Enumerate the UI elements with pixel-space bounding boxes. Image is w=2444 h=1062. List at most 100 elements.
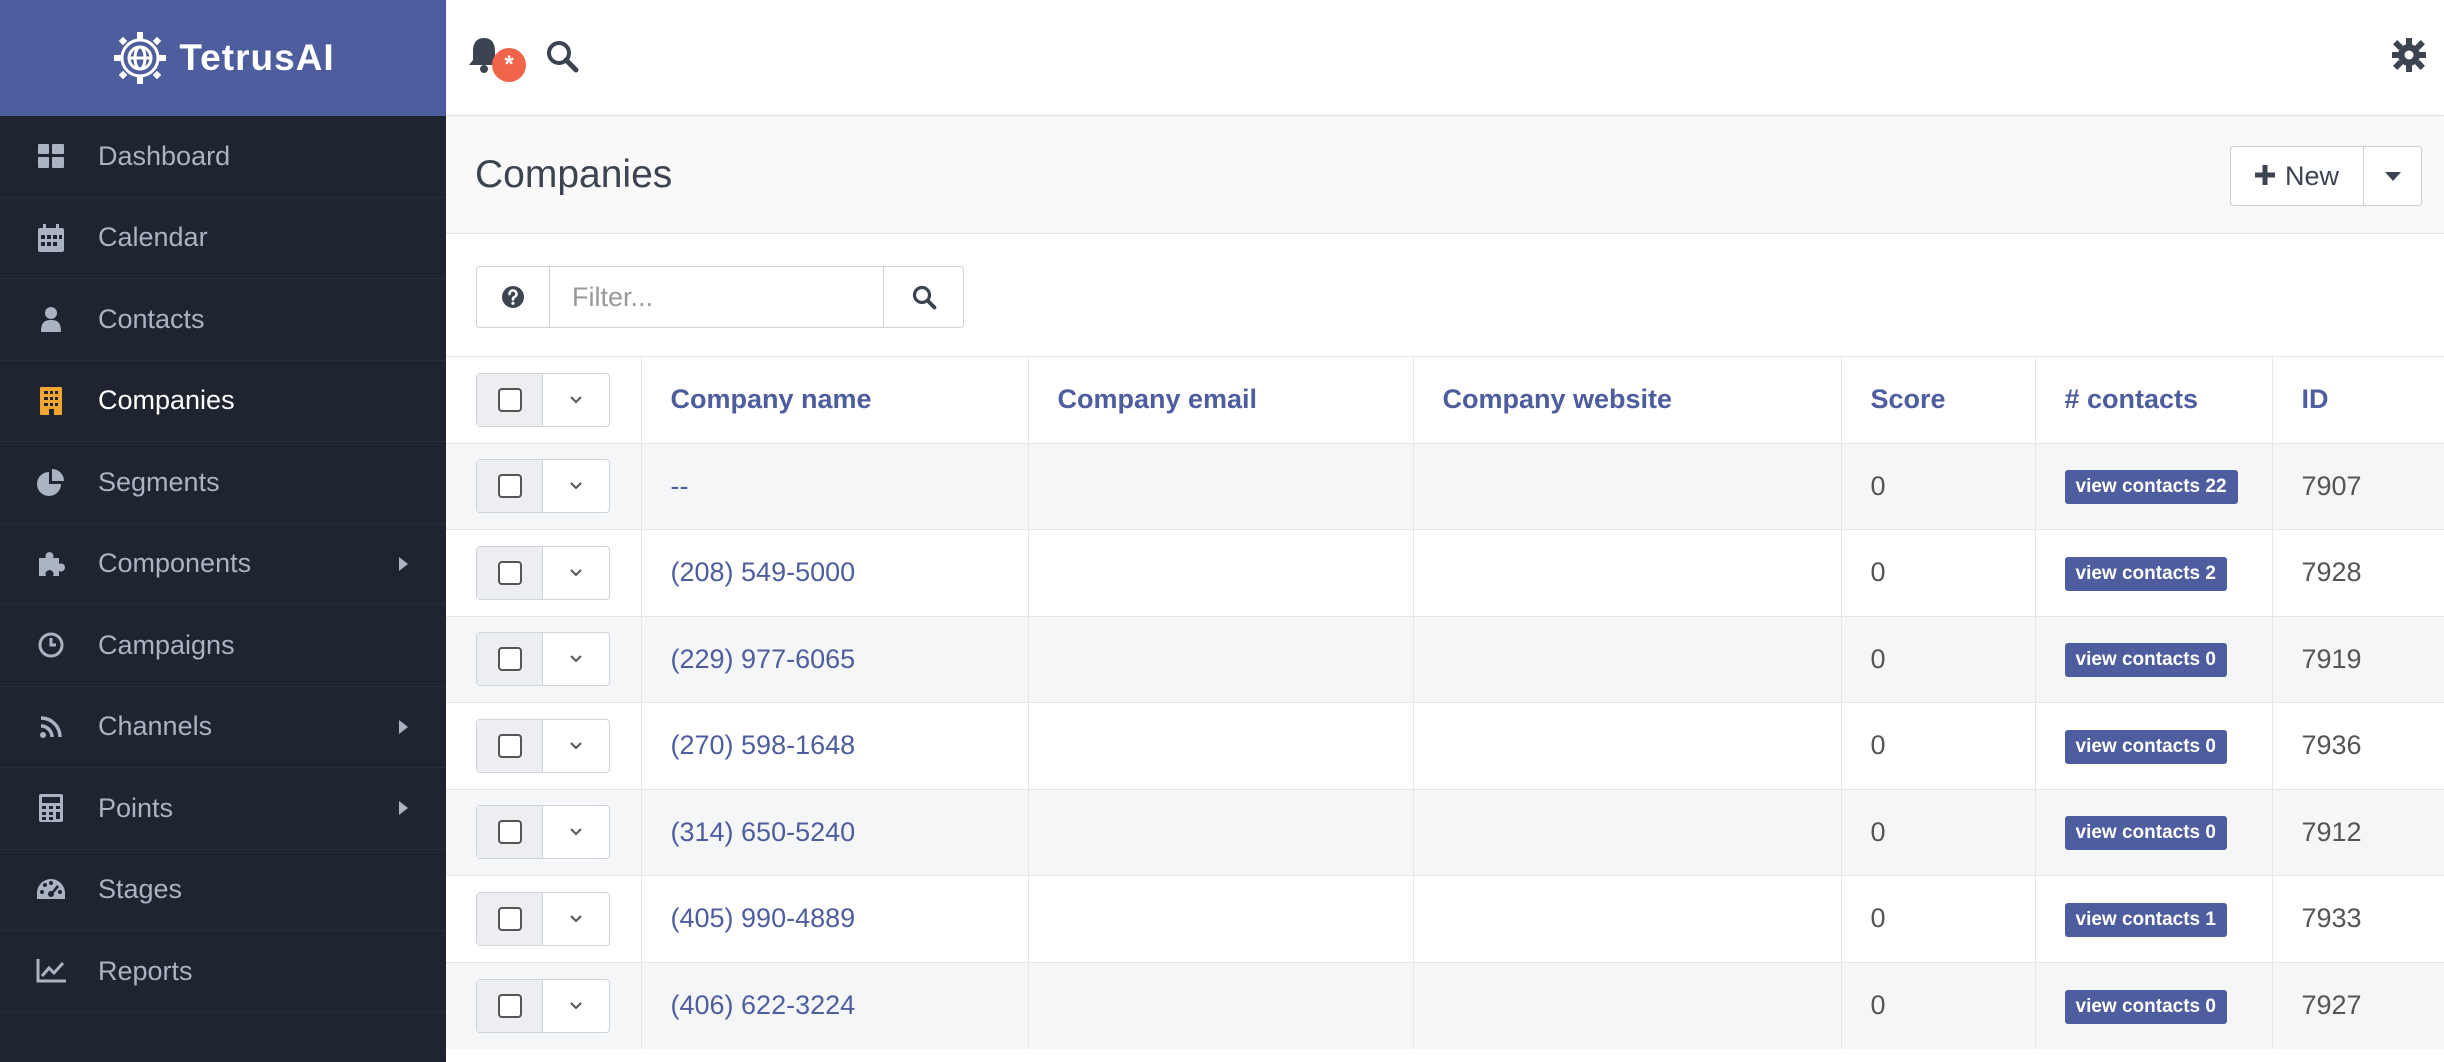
- table-row: (208) 549-5000 0 view contacts 2 7928: [446, 529, 2444, 616]
- company-id: 7936: [2272, 702, 2444, 789]
- score: 0: [1841, 702, 2036, 789]
- company-email: [1028, 702, 1414, 789]
- sidebar-item-companies[interactable]: Companies: [0, 361, 446, 442]
- company-email: [1028, 788, 1414, 876]
- dashboard-icon: [36, 141, 66, 171]
- sidebar-item-contacts[interactable]: Contacts: [0, 279, 446, 361]
- score: 0: [1841, 529, 2036, 616]
- sidebar-item-label: Channels: [98, 711, 213, 742]
- select-all-checkbox[interactable]: [497, 387, 522, 412]
- chevron-down-icon[interactable]: [543, 893, 609, 945]
- chevron-right-icon: [399, 556, 408, 571]
- row-select-group: [476, 891, 610, 946]
- new-button-label: New: [2284, 160, 2339, 191]
- sidebar-item-label: Reports: [98, 955, 193, 986]
- sidebar-item-dashboard[interactable]: Dashboard: [0, 116, 446, 198]
- view-contacts-badge[interactable]: view contacts 22: [2064, 470, 2238, 505]
- chevron-down-icon[interactable]: [543, 374, 609, 426]
- score: 0: [1841, 788, 2036, 876]
- view-contacts-badge[interactable]: view contacts 2: [2064, 556, 2227, 591]
- company-name-link[interactable]: --: [641, 442, 1029, 530]
- sidebar-item-label: Points: [98, 792, 174, 823]
- company-name-link[interactable]: (270) 598-1648: [641, 702, 1029, 789]
- sidebar-item-label: Dashboard: [98, 140, 231, 171]
- score: 0: [1841, 615, 2036, 703]
- filter-input[interactable]: [550, 266, 884, 328]
- score: 0: [1841, 875, 2036, 962]
- sidebar-item-label: Segments: [98, 466, 220, 497]
- sidebar-item-campaigns[interactable]: Campaigns: [0, 605, 446, 687]
- gear-icon[interactable]: [2392, 38, 2428, 74]
- page-header: Companies New: [446, 117, 2444, 234]
- row-checkbox[interactable]: [497, 820, 522, 845]
- sidebar-item-calendar[interactable]: Calendar: [0, 198, 446, 279]
- view-contacts-badge[interactable]: view contacts 1: [2064, 902, 2227, 937]
- sidebar-item-components[interactable]: Components: [0, 524, 446, 605]
- question-circle-icon[interactable]: [476, 266, 550, 328]
- company-name-link[interactable]: (314) 650-5240: [641, 788, 1029, 876]
- column-header-company-name[interactable]: Company name: [641, 356, 1029, 443]
- company-name-link[interactable]: (405) 990-4889: [641, 875, 1029, 962]
- column-header-score[interactable]: Score: [1841, 356, 2036, 443]
- sidebar-item-points[interactable]: Points: [0, 768, 446, 850]
- table-header-row: Company name Company email Company websi…: [446, 356, 2444, 443]
- company-name-link[interactable]: (229) 977-6065: [641, 615, 1029, 703]
- row-select-group: [476, 459, 610, 514]
- new-dropdown-toggle[interactable]: [2364, 146, 2422, 206]
- column-header-company-website[interactable]: Company website: [1413, 356, 1842, 443]
- brand-name: TetrusAI: [179, 37, 335, 78]
- sidebar-item-stages[interactable]: Stages: [0, 850, 446, 931]
- sidebar-item-segments[interactable]: Segments: [0, 442, 446, 524]
- row-checkbox[interactable]: [497, 906, 522, 931]
- row-checkbox[interactable]: [497, 560, 522, 585]
- column-header-id[interactable]: ID: [2272, 356, 2444, 443]
- caret-down-icon: [2384, 171, 2401, 181]
- row-checkbox[interactable]: [497, 647, 522, 672]
- search-icon[interactable]: [544, 38, 580, 74]
- chevron-down-icon[interactable]: [543, 460, 609, 512]
- sidebar-item-reports[interactable]: Reports: [0, 931, 446, 1013]
- sidebar: TetrusAI Dashboard Calendar Contacts Com…: [0, 0, 446, 1062]
- plus-icon: [2254, 161, 2275, 192]
- chevron-down-icon[interactable]: [543, 633, 609, 685]
- chevron-down-icon[interactable]: [543, 720, 609, 772]
- company-email: [1028, 875, 1414, 962]
- filter-search-button[interactable]: [884, 266, 964, 328]
- company-id: 7927: [2272, 961, 2444, 1049]
- column-header-contacts[interactable]: # contacts: [2035, 356, 2273, 443]
- chevron-down-icon[interactable]: [543, 547, 609, 599]
- view-contacts-badge[interactable]: view contacts 0: [2064, 729, 2227, 764]
- pie-chart-icon: [36, 467, 66, 497]
- calculator-icon: [36, 793, 66, 823]
- table-row: (314) 650-5240 0 view contacts 0 7912: [446, 788, 2444, 876]
- company-website: [1413, 529, 1842, 616]
- sidebar-item-channels[interactable]: Channels: [0, 687, 446, 768]
- company-website: [1413, 961, 1842, 1049]
- row-checkbox[interactable]: [497, 993, 522, 1018]
- company-email: [1028, 961, 1414, 1049]
- score: 0: [1841, 961, 2036, 1049]
- chevron-down-icon[interactable]: [543, 806, 609, 858]
- bell-icon[interactable]: *: [466, 28, 526, 82]
- brand[interactable]: TetrusAI: [0, 0, 446, 116]
- view-contacts-badge[interactable]: view contacts 0: [2064, 643, 2227, 678]
- row-checkbox[interactable]: [497, 733, 522, 758]
- chevron-down-icon[interactable]: [543, 980, 609, 1032]
- view-contacts-badge[interactable]: view contacts 0: [2064, 989, 2227, 1024]
- row-checkbox[interactable]: [497, 474, 522, 499]
- building-icon: [36, 386, 66, 416]
- company-id: 7907: [2272, 442, 2444, 530]
- column-header-company-email[interactable]: Company email: [1028, 356, 1414, 443]
- new-button[interactable]: New: [2230, 146, 2364, 206]
- table-row: -- 0 view contacts 22 7907: [446, 442, 2444, 530]
- view-contacts-badge[interactable]: view contacts 0: [2064, 816, 2227, 851]
- user-icon: [36, 304, 66, 334]
- company-name-link[interactable]: (208) 549-5000: [641, 529, 1029, 616]
- company-email: [1028, 529, 1414, 616]
- page-title: Companies: [475, 153, 673, 196]
- company-email: [1028, 442, 1414, 530]
- chevron-right-icon: [399, 719, 408, 734]
- company-id: 7912: [2272, 788, 2444, 876]
- row-select-group: [476, 545, 610, 600]
- company-name-link[interactable]: (406) 622-3224: [641, 961, 1029, 1049]
